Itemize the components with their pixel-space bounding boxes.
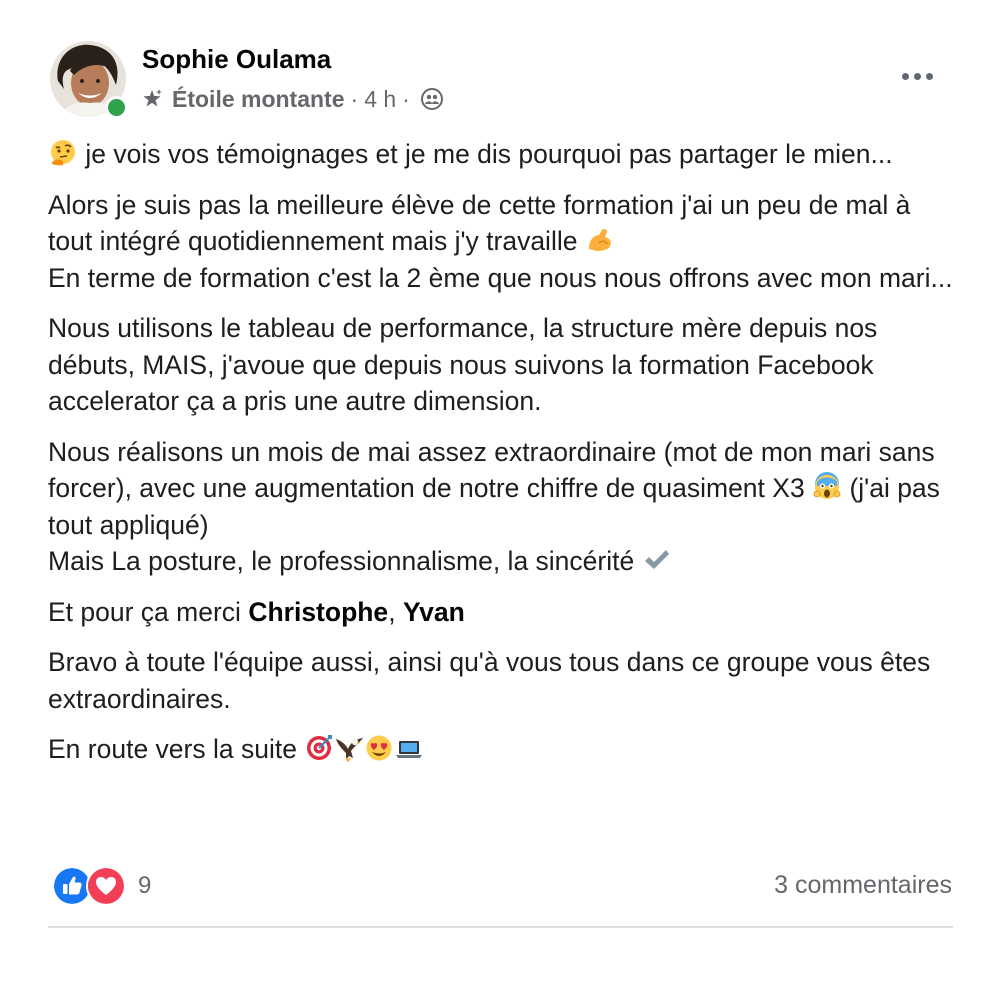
post-paragraph-text: Nous utilisons le tableau de performance…	[48, 313, 878, 416]
post-paragraph: Nous réalisons un mois de mai assez extr…	[48, 434, 958, 580]
post-paragraph-text: En route vers la suite	[48, 734, 297, 764]
mention-yvan[interactable]: Yvan	[403, 597, 465, 627]
post-paragraph: Bravo à toute l'équipe aussi, ainsi qu'à…	[48, 644, 958, 717]
thinking-face-emoji-icon	[51, 140, 75, 166]
post-paragraph-text: Mais La posture, le professionnalisme, l…	[48, 546, 635, 576]
heart-eyes-emoji-icon	[366, 735, 392, 761]
laptop-emoji-icon	[396, 741, 423, 758]
member-badge-label: Étoile montante	[172, 85, 345, 112]
facebook-post: Sophie Oulama Étoile montante · 4 h · je…	[0, 0, 1000, 998]
more-options-icon	[925, 72, 933, 80]
reaction-count: 9	[138, 872, 152, 899]
post-paragraph-text: En terme de formation c'est la 2 ème que…	[48, 262, 953, 293]
comments-count-link[interactable]: 3 commentaires	[774, 871, 952, 900]
post-paragraph-text: Nous réalisons un mois de mai assez extr…	[48, 436, 935, 504]
author-avatar[interactable]	[50, 41, 128, 119]
more-options-icon	[901, 72, 909, 80]
more-options-icon	[913, 72, 921, 80]
post-meta: Étoile montante · 4 h ·	[142, 84, 444, 114]
footer-divider	[48, 926, 953, 928]
post-text: je vois vos témoignages et je me dis pou…	[48, 136, 958, 782]
love-icon	[86, 866, 126, 906]
meta-separator: ·	[402, 85, 410, 112]
author-name[interactable]: Sophie Oulama	[142, 44, 331, 75]
post-paragraph: En route vers la suite	[48, 731, 958, 768]
post-paragraph: Alors je suis pas la meilleure élève de …	[48, 187, 958, 297]
direct-hit-emoji-icon	[307, 735, 333, 760]
post-paragraph-text: Alors je suis pas la meilleure élève de …	[48, 189, 911, 257]
meta-separator: ·	[350, 85, 359, 112]
mention-christophe[interactable]: Christophe	[248, 597, 388, 627]
reactions-summary[interactable]: 9	[52, 866, 152, 906]
post-paragraph-text: Bravo à toute l'équipe aussi, ainsi qu'à…	[48, 647, 931, 714]
online-status-indicator	[105, 96, 128, 119]
post-paragraph-text: Et pour ça merci	[48, 596, 241, 627]
mention-separator: ,	[388, 596, 396, 627]
eagle-emoji-icon	[336, 738, 364, 763]
flexed-biceps-emoji-icon	[588, 228, 611, 251]
group-audience-icon[interactable]	[420, 87, 444, 111]
post-paragraph: Nous utilisons le tableau de performance…	[48, 310, 958, 420]
rising-star-badge-icon	[143, 89, 162, 107]
check-mark-emoji-icon	[644, 550, 669, 569]
post-timestamp[interactable]: 4 h	[364, 86, 396, 113]
more-options-button[interactable]	[894, 58, 940, 94]
post-paragraph: je vois vos témoignages et je me dis pou…	[48, 136, 958, 173]
post-paragraph-text: je vois vos témoignages et je me dis pou…	[85, 139, 893, 169]
post-paragraph: Et pour ça merci Christophe, Yvan	[48, 594, 958, 631]
screaming-face-emoji-icon	[813, 472, 841, 499]
